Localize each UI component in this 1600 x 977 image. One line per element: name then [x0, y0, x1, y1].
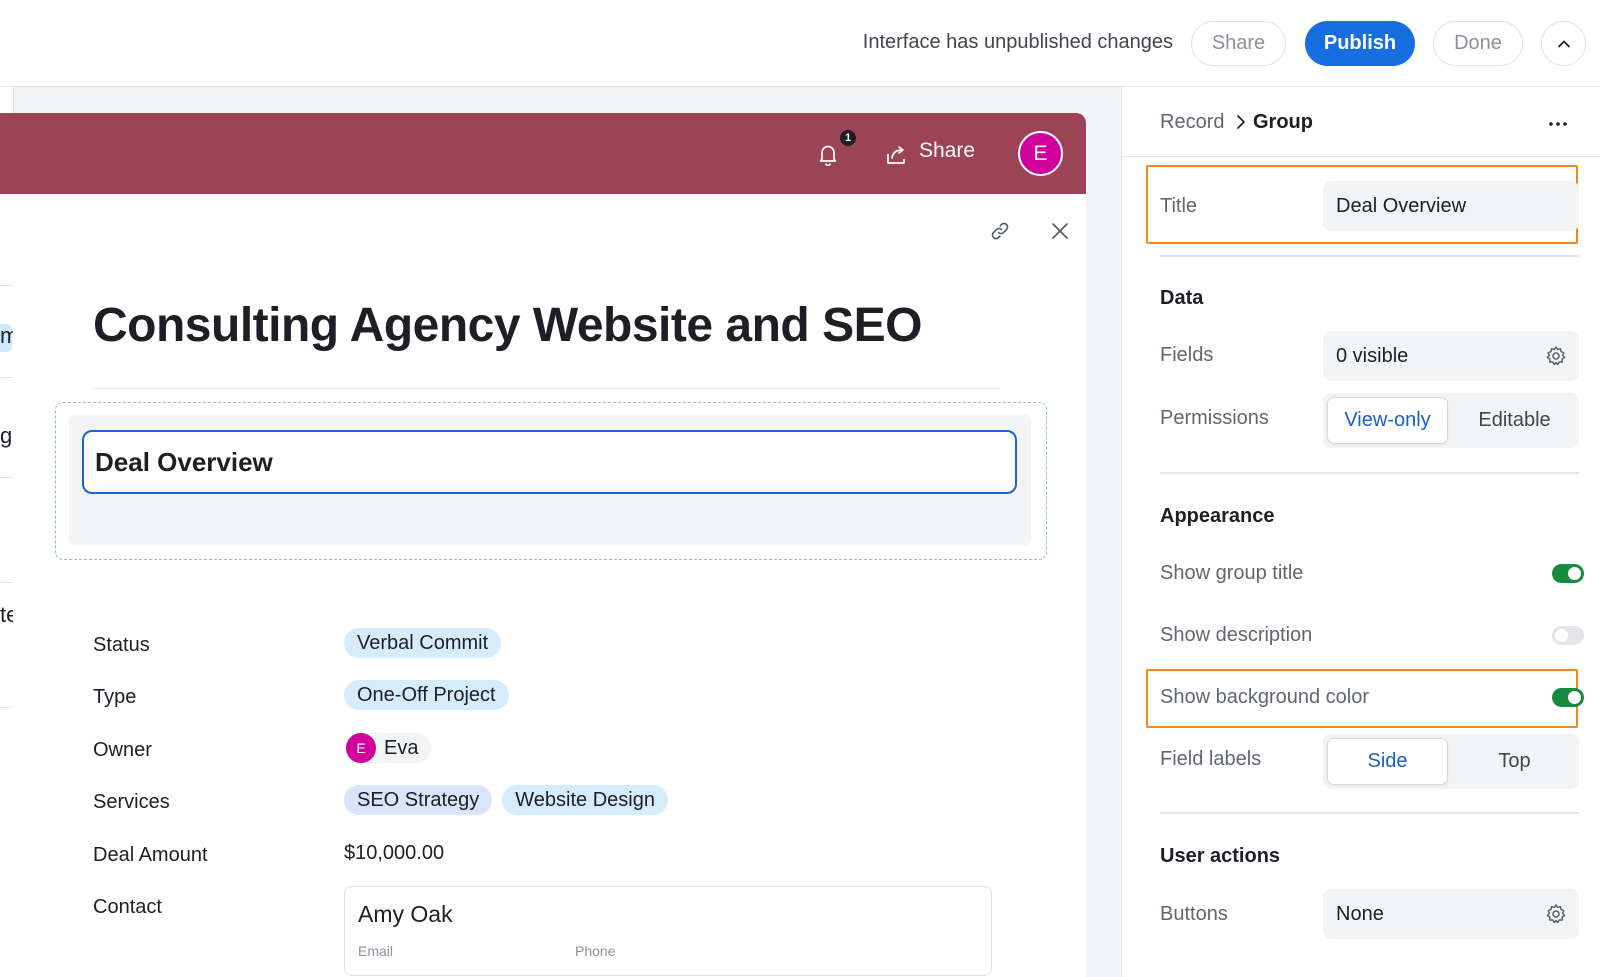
title-input[interactable]: Deal Overview	[1323, 181, 1579, 231]
buttons-selector[interactable]: None	[1323, 889, 1579, 939]
show-group-title-toggle[interactable]	[1552, 564, 1584, 583]
owner-name: Eva	[384, 736, 419, 759]
permissions-editable-option[interactable]: Editable	[1454, 397, 1575, 444]
field-label: Deal Amount	[93, 844, 208, 866]
divider	[1160, 255, 1579, 257]
appearance-heading: Appearance	[1160, 505, 1275, 527]
toggle-knob	[1568, 691, 1581, 704]
record-detail-panel: Consulting Agency Website and SEO Deal O…	[13, 194, 1086, 977]
field-row-owner: Owner E Eva	[93, 729, 1013, 769]
interface-canvas: m g te 1 Share E Consulting Agency Websi…	[0, 87, 1121, 977]
group-title-editor[interactable]: Deal Overview	[82, 430, 1017, 494]
divider	[0, 707, 14, 708]
permissions-label: Permissions	[1160, 407, 1269, 429]
fields-value: 0 visible	[1336, 344, 1409, 367]
avatar: E	[346, 733, 376, 763]
show-group-title-label: Show group title	[1160, 562, 1304, 584]
type-tag: One-Off Project	[344, 680, 509, 710]
contact-email-label: Email	[358, 943, 394, 959]
field-labels-segmented-control: Side Top	[1323, 734, 1579, 789]
top-bar: Interface has unpublished changes Share …	[0, 0, 1600, 87]
publish-button[interactable]: Publish	[1305, 21, 1415, 66]
field-row-contact: Contact Amy Oak Email Phone	[93, 886, 1013, 976]
field-row-status: Status Verbal Commit	[93, 624, 1013, 664]
collapse-button[interactable]	[1541, 21, 1586, 66]
fields-label: Fields	[1160, 344, 1214, 366]
chevron-right-icon	[1237, 115, 1245, 129]
divider	[0, 582, 14, 583]
close-icon[interactable]	[1049, 220, 1071, 242]
share-icon[interactable]	[886, 145, 908, 165]
permissions-view-only-option[interactable]: View-only	[1327, 397, 1448, 444]
service-tag: Website Design	[502, 785, 668, 815]
contact-phone-label: Phone	[575, 943, 616, 959]
field-label: Contact	[93, 896, 162, 918]
field-label: Owner	[93, 739, 152, 761]
more-options-icon[interactable]	[1548, 121, 1568, 127]
field-labels-side-option[interactable]: Side	[1327, 738, 1448, 785]
notification-badge: 1	[839, 129, 857, 147]
breadcrumb-group: Group	[1253, 111, 1313, 133]
owner-chip: E Eva	[344, 733, 432, 763]
show-background-color-label: Show background color	[1160, 686, 1370, 708]
field-labels-label: Field labels	[1160, 748, 1262, 770]
show-background-color-toggle[interactable]	[1552, 688, 1584, 707]
field-label: Status	[93, 634, 150, 656]
background-text: m	[0, 323, 14, 348]
group-title: Deal Overview	[95, 447, 273, 477]
divider	[1160, 812, 1579, 814]
toggle-knob	[1555, 629, 1568, 642]
show-description-toggle[interactable]	[1552, 626, 1584, 645]
data-heading: Data	[1160, 287, 1204, 309]
breadcrumb-record[interactable]: Record	[1160, 111, 1224, 134]
buttons-label: Buttons	[1160, 903, 1228, 925]
done-button[interactable]: Done	[1433, 21, 1523, 66]
record-title: Consulting Agency Website and SEO	[93, 299, 922, 352]
show-description-label: Show description	[1160, 624, 1313, 646]
status-tag: Verbal Commit	[344, 628, 502, 658]
field-labels-top-option[interactable]: Top	[1454, 738, 1575, 785]
breadcrumb: Record Group	[1122, 87, 1600, 157]
title-divider	[93, 388, 999, 389]
group-element[interactable]: Deal Overview	[55, 402, 1047, 560]
background-page-strip: m g te	[0, 87, 14, 977]
avatar[interactable]: E	[1018, 131, 1063, 176]
title-label: Title	[1160, 195, 1198, 217]
divider	[0, 477, 14, 478]
permissions-segmented-control: View-only Editable	[1323, 393, 1579, 448]
divider	[0, 377, 14, 378]
toggle-knob	[1568, 567, 1581, 580]
field-row-deal-amount: Deal Amount $10,000.00	[93, 834, 1013, 874]
properties-panel: Record Group Title Deal Overview Data Fi…	[1121, 87, 1600, 977]
app-share-button[interactable]: Share	[919, 139, 975, 163]
gear-icon[interactable]	[1545, 903, 1567, 925]
fields-selector[interactable]: 0 visible	[1323, 331, 1579, 381]
background-text: g	[0, 423, 13, 448]
contact-card[interactable]: Amy Oak Email Phone	[344, 886, 992, 976]
background-text: te	[0, 602, 14, 627]
field-label: Type	[93, 686, 137, 708]
field-label: Services	[93, 791, 170, 813]
bell-icon[interactable]	[817, 142, 839, 166]
divider	[1160, 472, 1579, 474]
user-actions-heading: User actions	[1160, 845, 1281, 867]
divider	[0, 285, 14, 286]
buttons-value: None	[1336, 902, 1384, 925]
field-row-type: Type One-Off Project	[93, 676, 1013, 716]
service-tag: SEO Strategy	[344, 785, 493, 815]
field-row-services: Services SEO Strategy Website Design	[93, 781, 1013, 821]
share-button[interactable]: Share	[1191, 21, 1286, 66]
unpublished-status-text: Interface has unpublished changes	[862, 31, 1173, 53]
gear-icon[interactable]	[1545, 345, 1567, 367]
app-header: 1 Share E	[0, 113, 1086, 194]
link-icon[interactable]	[989, 220, 1011, 242]
contact-name: Amy Oak	[358, 901, 453, 927]
chevron-up-icon	[1557, 40, 1570, 47]
deal-amount-value: $10,000.00	[344, 842, 445, 864]
